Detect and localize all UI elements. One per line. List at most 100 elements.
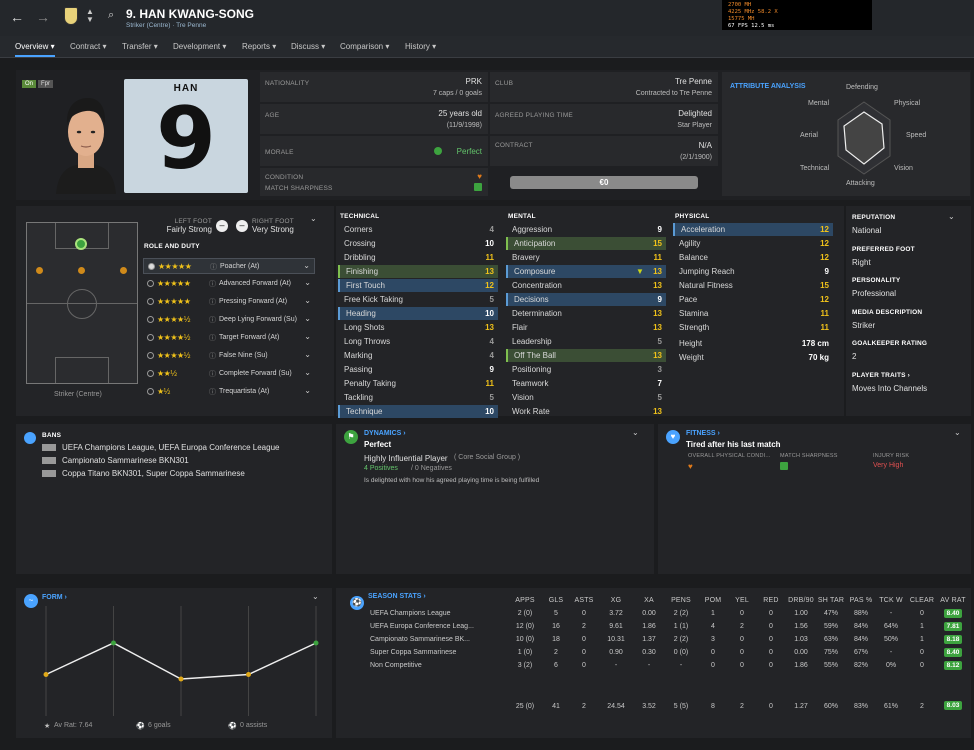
position-dot-primary[interactable]	[75, 238, 87, 250]
chevron-down-icon[interactable]: ⌄	[304, 350, 311, 359]
col-header[interactable]: YEL	[728, 594, 756, 607]
role-row[interactable]: ★★★★½ ⓘ Target Forward (At) ⌄	[143, 330, 315, 346]
attribute-row[interactable]: Dribbling 11	[338, 251, 498, 264]
tab-contract[interactable]: Contract ▾	[70, 42, 106, 51]
col-header[interactable]: PAS %	[846, 594, 876, 607]
role-row[interactable]: ★★½ ⓘ Complete Forward (Su) ⌄	[143, 366, 315, 382]
attribute-row[interactable]: Decisions 9	[506, 293, 666, 306]
attribute-row[interactable]: Technique 10	[338, 405, 498, 418]
attribute-row[interactable]: Vision 5	[506, 391, 666, 404]
col-header[interactable]: XG	[598, 594, 634, 607]
col-header[interactable]: XA	[634, 594, 664, 607]
attribute-row[interactable]: Bravery 11	[506, 251, 666, 264]
value-bar[interactable]: €0	[510, 176, 698, 189]
table-row[interactable]: UEFA Europa Conference Leag... 12 (0) 16 2 9…	[370, 620, 968, 633]
attribute-row[interactable]: Agility 12	[673, 237, 833, 250]
competition-name[interactable]: UEFA Europa Conference Leag...	[370, 620, 508, 633]
attribute-row[interactable]: Aggression 9	[506, 223, 666, 236]
back-arrow-icon[interactable]: ←	[10, 9, 24, 25]
attribute-row[interactable]: Tackling 5	[338, 391, 498, 404]
tab-reports[interactable]: Reports ▾	[242, 42, 276, 51]
attribute-row[interactable]: Teamwork 7	[506, 377, 666, 390]
tab-comparison[interactable]: Comparison ▾	[340, 42, 389, 51]
role-row[interactable]: ★★★★½ ⓘ Deep Lying Forward (Su) ⌄	[143, 312, 315, 328]
form-link[interactable]: FORM ›	[42, 594, 67, 601]
attribute-row[interactable]: Pace 12	[673, 293, 833, 306]
attribute-row[interactable]: Crossing 10	[338, 237, 498, 250]
attribute-row[interactable]: Leadership 5	[506, 335, 666, 348]
col-header[interactable]: CLEAR	[906, 594, 938, 607]
traits-link[interactable]: PLAYER TRAITS ›	[852, 372, 910, 379]
attribute-row[interactable]: Flair 13	[506, 321, 666, 334]
attribute-row[interactable]: Determination 13	[506, 307, 666, 320]
tab-overview[interactable]: Overview ▾	[15, 42, 55, 57]
col-header[interactable]: SH TAR	[816, 594, 846, 607]
attribute-row[interactable]: Marking 4	[338, 349, 498, 362]
chevron-down-icon[interactable]: ⌄	[310, 214, 317, 223]
role-row[interactable]: ★★★★★ ⓘ Poacher (At) ⌄	[143, 258, 315, 274]
forward-arrow-icon[interactable]: →	[36, 9, 50, 25]
role-row[interactable]: ★★★★★ ⓘ Advanced Forward (At) ⌄	[143, 276, 315, 292]
stats-total-row[interactable]: 25 (0) 41 2 24.54 3.52 5 (5) 8 2 0 1.27 60% 83% 61% 2…	[370, 672, 968, 710]
competition-name[interactable]	[370, 672, 508, 710]
competition-name[interactable]: UEFA Champions League	[370, 607, 508, 620]
table-row[interactable]: Campionato Sammarinese BK... 10 (0) 18 0 10.…	[370, 633, 968, 646]
table-row[interactable]: Non Competitive 3 (2) 6 0 - - - 0 0 0 1.86 55% 82% 0%…	[370, 659, 968, 672]
attribute-row[interactable]: Composure ▼ 13	[506, 265, 666, 278]
attribute-row[interactable]: Finishing 13	[338, 265, 498, 278]
dynamics-link[interactable]: DYNAMICS ›	[364, 430, 406, 437]
attribute-row[interactable]: Stamina 11	[673, 307, 833, 320]
tab-development[interactable]: Development ▾	[173, 42, 226, 51]
attribute-row[interactable]: Long Shots 13	[338, 321, 498, 334]
attribute-row[interactable]: Long Throws 4	[338, 335, 498, 348]
col-header[interactable]: ASTS	[570, 594, 598, 607]
fitness-link[interactable]: FITNESS ›	[686, 430, 720, 437]
attribute-row[interactable]: Free Kick Taking 5	[338, 293, 498, 306]
attribute-row[interactable]: Strength 11	[673, 321, 833, 334]
chevron-down-icon[interactable]: ⌄	[954, 428, 961, 437]
competition-name[interactable]: Campionato Sammarinese BK...	[370, 633, 508, 646]
attribute-row[interactable]: Positioning 3	[506, 363, 666, 376]
search-zoom-icon[interactable]: ⌕	[108, 9, 114, 22]
role-row[interactable]: ★★★★½ ⓘ False Nine (Su) ⌄	[143, 348, 315, 364]
position-dot[interactable]	[78, 267, 85, 274]
col-header[interactable]: RED	[756, 594, 786, 607]
chevron-down-icon[interactable]: ⌄	[303, 261, 310, 270]
attribute-row[interactable]: Penalty Taking 11	[338, 377, 498, 390]
chevron-down-icon[interactable]: ⌄	[304, 386, 311, 395]
attribute-row[interactable]: Natural Fitness 15	[673, 279, 833, 292]
col-header[interactable]: PENS	[664, 594, 698, 607]
chevron-down-icon[interactable]: ⌄	[304, 314, 311, 323]
position-dot[interactable]	[36, 267, 43, 274]
tab-history[interactable]: History ▾	[405, 42, 436, 51]
tag-on[interactable]: On	[22, 80, 37, 88]
tab-discuss[interactable]: Discuss ▾	[291, 42, 325, 51]
chevron-down-icon[interactable]: ⌄	[632, 428, 639, 437]
attribute-row[interactable]: Concentration 13	[506, 279, 666, 292]
chevron-down-icon[interactable]: ⌄	[304, 332, 311, 341]
table-row[interactable]: Super Coppa Sammarinese 1 (0) 2 0 0.90 0.30 0 …	[370, 646, 968, 659]
col-header[interactable]: GLS	[542, 594, 570, 607]
col-header[interactable]: APPS	[508, 594, 542, 607]
chevron-down-icon[interactable]: ⌄	[304, 368, 311, 377]
attribute-row[interactable]: Passing 9	[338, 363, 498, 376]
position-dot[interactable]	[120, 267, 127, 274]
table-row[interactable]: UEFA Champions League 2 (0) 5 0 3.72 0.00 2 (2…	[370, 607, 968, 620]
attribute-row[interactable]: Work Rate 13	[506, 405, 666, 418]
chevron-updown-icon[interactable]: ▲ ▼	[86, 8, 94, 24]
tab-transfer[interactable]: Transfer ▾	[122, 42, 158, 51]
attribute-row[interactable]: First Touch 12	[338, 279, 498, 292]
chevron-down-icon[interactable]: ⌄	[948, 212, 955, 221]
col-header[interactable]: DRB/90	[786, 594, 816, 607]
chevron-down-icon[interactable]: ⌄	[304, 278, 311, 287]
col-header[interactable]: POM	[698, 594, 728, 607]
chevron-down-icon[interactable]: ⌄	[312, 592, 319, 601]
attribute-row[interactable]: Off The Ball 13	[506, 349, 666, 362]
competition-name[interactable]: Non Competitive	[370, 659, 508, 672]
attribute-row[interactable]: Balance 12	[673, 251, 833, 264]
attribute-row[interactable]: Anticipation 15	[506, 237, 666, 250]
attribute-row[interactable]: Jumping Reach 9	[673, 265, 833, 278]
attribute-row[interactable]: Acceleration 12	[673, 223, 833, 236]
attribute-row[interactable]: Heading 10	[338, 307, 498, 320]
club-value[interactable]: Tre Penne	[675, 77, 712, 86]
